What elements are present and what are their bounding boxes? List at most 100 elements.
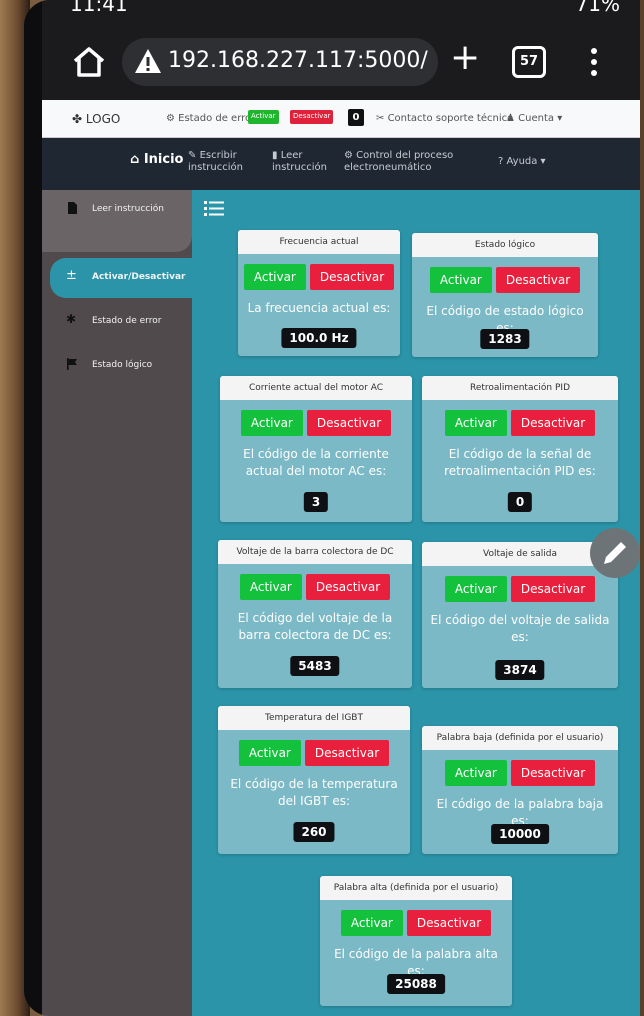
deactivate-button[interactable]: Desactivar bbox=[510, 576, 596, 602]
nav-write-instruction[interactable]: ✎ Escribir instrucción bbox=[188, 150, 243, 174]
deactivate-button[interactable]: Desactivar bbox=[510, 410, 596, 436]
sidebar: Leer instrucción ± Activar/Desactivar ✱ … bbox=[42, 190, 206, 1016]
tab-switcher-button[interactable]: 57 bbox=[512, 46, 546, 78]
card-retroalimentacion-pid: Retroalimentación PID Activar Desactivar … bbox=[422, 376, 618, 522]
bug-icon: ✱ bbox=[66, 312, 77, 326]
sidebar-item-error[interactable]: ✱ Estado de error bbox=[42, 302, 192, 342]
card-estado-logico: Estado lógico Activar Desactivar El códig… bbox=[412, 233, 598, 357]
nav-help[interactable]: ? Ayuda ▾ bbox=[498, 156, 546, 168]
card-value: 10000 bbox=[491, 824, 549, 844]
deactivate-button[interactable]: Desactivar bbox=[510, 760, 596, 786]
activate-button[interactable]: Activar bbox=[243, 264, 306, 290]
card-value: 3874 bbox=[495, 660, 545, 680]
sidebar-item-label: Leer instrucción bbox=[92, 204, 164, 214]
card-value: 260 bbox=[293, 822, 335, 842]
logo[interactable]: ✤ LOGO bbox=[72, 112, 120, 126]
browser-toolbar: 192.168.227.117:5000/ra + 57 bbox=[42, 26, 640, 98]
support-text: Contacto soporte técnico bbox=[387, 113, 514, 124]
activate-button[interactable]: Activar bbox=[239, 574, 302, 600]
card-title: Voltaje de la barra colectora de DC bbox=[218, 540, 412, 564]
error-activate-badge[interactable]: Activar bbox=[248, 110, 279, 124]
status-bar: 11:41 71% bbox=[42, 0, 640, 16]
deactivate-button[interactable]: Desactivar bbox=[495, 267, 581, 293]
activate-button[interactable]: Activar bbox=[340, 910, 403, 936]
activate-button[interactable]: Activar bbox=[444, 576, 507, 602]
card-title: Estado lógico bbox=[412, 233, 598, 257]
deactivate-button[interactable]: Desactivar bbox=[406, 910, 492, 936]
error-count: 0 bbox=[348, 109, 364, 126]
activate-button[interactable]: Activar bbox=[238, 740, 301, 766]
card-value: 3 bbox=[303, 492, 329, 512]
support-link[interactable]: ✂ Contacto soporte técnico bbox=[376, 113, 513, 124]
deactivate-button[interactable]: Desactivar bbox=[306, 410, 392, 436]
sidebar-item-label: Estado lógico bbox=[92, 360, 153, 370]
card-value: 25088 bbox=[387, 974, 445, 994]
card-description: El código de la temperatura del IGBT es: bbox=[230, 777, 398, 808]
nav-control-label-1: Control del proceso bbox=[356, 150, 454, 161]
warning-icon[interactable] bbox=[134, 48, 162, 74]
url-text: 192.168.227.117:5000/ra bbox=[168, 48, 428, 73]
account-text: Cuenta ▾ bbox=[518, 113, 563, 124]
more-menu-icon[interactable] bbox=[590, 46, 598, 78]
card-description: La frecuencia actual es: bbox=[247, 301, 391, 315]
nav-write-label-2: instrucción bbox=[188, 162, 243, 173]
error-deactivate-badge[interactable]: Desactivar bbox=[290, 110, 334, 124]
deactivate-button[interactable]: Desactivar bbox=[305, 574, 391, 600]
document-icon bbox=[68, 202, 77, 214]
card-title: Retroalimentación PID bbox=[422, 376, 618, 400]
deactivate-button[interactable]: Desactivar bbox=[309, 264, 395, 290]
card-description: El código del voltaje de salida es: bbox=[430, 613, 610, 644]
pencil-icon bbox=[604, 542, 626, 564]
activate-button[interactable]: Activar bbox=[429, 267, 492, 293]
card-title: Frecuencia actual bbox=[238, 230, 400, 254]
card-title: Palabra baja (definida por el usuario) bbox=[422, 726, 618, 750]
plus-minus-icon: ± bbox=[66, 268, 77, 283]
main-navbar: ⌂ Inicio ✎ Escribir instrucción ▮ Leer ins… bbox=[42, 138, 640, 190]
card-palabra-baja: Palabra baja (definida por el usuario) A… bbox=[422, 726, 618, 854]
list-toggle-icon[interactable] bbox=[204, 200, 224, 216]
sidebar-item-label: Estado de error bbox=[92, 316, 162, 326]
error-status-text: Estado de error bbox=[178, 113, 256, 124]
nav-read-instruction[interactable]: ▮ Leer instrucción bbox=[272, 150, 327, 174]
sidebar-item-read[interactable]: Leer instrucción bbox=[42, 190, 192, 230]
new-tab-icon[interactable]: + bbox=[450, 40, 480, 76]
status-battery: 71% bbox=[575, 0, 620, 16]
activate-button[interactable]: Activar bbox=[444, 760, 507, 786]
card-value: 0 bbox=[507, 492, 533, 512]
deactivate-button[interactable]: Desactivar bbox=[304, 740, 390, 766]
card-value: 100.0 Hz bbox=[281, 328, 357, 348]
card-temperatura-igbt: Temperatura del IGBT Activar Desactivar E… bbox=[218, 706, 410, 854]
phone-screen: 11:41 71% 192.168.227.117:5000/ra + 57 ✤… bbox=[42, 0, 640, 1016]
nav-process-control[interactable]: ⚙ Control del proceso electroneumático bbox=[344, 150, 453, 174]
edit-fab[interactable] bbox=[590, 528, 640, 578]
card-title: Voltaje de salida bbox=[422, 542, 618, 566]
card-value: 1283 bbox=[480, 329, 530, 349]
web-page: ✤ LOGO ⚙ Estado de error Activar Desacti… bbox=[42, 100, 640, 1016]
nav-write-label-1: Escribir bbox=[199, 150, 237, 161]
error-status-label: ⚙ Estado de error bbox=[166, 113, 256, 124]
phone-frame: 11:41 71% 192.168.227.117:5000/ra + 57 ✤… bbox=[24, 0, 640, 1016]
status-time: 11:41 bbox=[70, 0, 128, 16]
nav-home-label: Inicio bbox=[143, 152, 184, 167]
nav-read-label-1: Leer bbox=[280, 150, 303, 161]
nav-control-label-2: electroneumático bbox=[344, 162, 432, 173]
nav-read-label-2: instrucción bbox=[272, 162, 327, 173]
card-title: Palabra alta (definida por el usuario) bbox=[320, 876, 512, 900]
card-description: El código de la señal de retroalimentaci… bbox=[444, 447, 596, 478]
card-title: Corriente actual del motor AC bbox=[220, 376, 412, 400]
card-description: El código del voltaje de la barra colect… bbox=[237, 611, 393, 642]
sidebar-item-activate[interactable]: ± Activar/Desactivar bbox=[50, 258, 206, 298]
card-value: 5483 bbox=[290, 656, 340, 676]
card-frecuencia-actual: Frecuencia actual Activar Desactivar La f… bbox=[238, 230, 400, 356]
activate-button[interactable]: Activar bbox=[240, 410, 303, 436]
card-description: El código de la corriente actual del mot… bbox=[243, 447, 389, 478]
activate-button[interactable]: Activar bbox=[444, 410, 507, 436]
home-icon[interactable] bbox=[72, 46, 106, 78]
sidebar-item-logic[interactable]: Estado lógico bbox=[42, 346, 192, 386]
card-palabra-alta: Palabra alta (definida por el usuario) A… bbox=[320, 876, 512, 1006]
card-corriente-motor: Corriente actual del motor AC Activar Des… bbox=[220, 376, 412, 522]
sidebar-item-label: Activar/Desactivar bbox=[92, 272, 186, 282]
address-bar[interactable]: 192.168.227.117:5000/ra bbox=[122, 38, 438, 86]
account-menu[interactable]: ♟ Cuenta ▾ bbox=[506, 113, 562, 124]
nav-home[interactable]: ⌂ Inicio bbox=[130, 152, 184, 167]
